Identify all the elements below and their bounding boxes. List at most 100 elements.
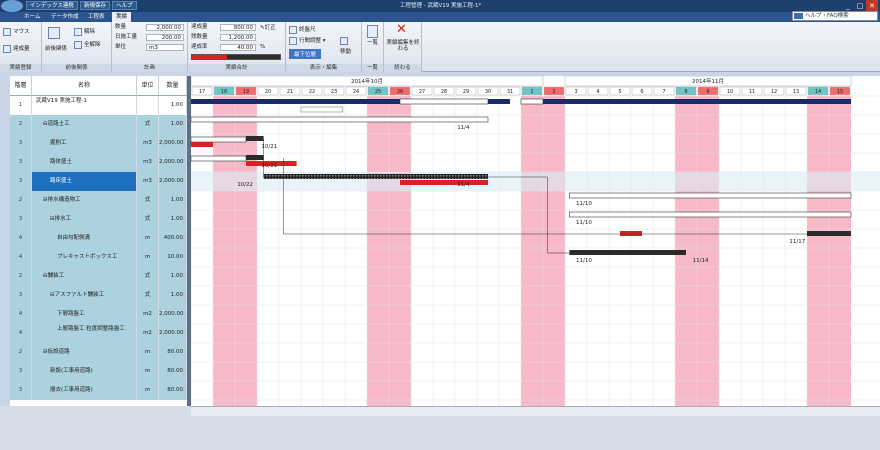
plan-bar[interactable] [191, 99, 400, 104]
plan-bar[interactable] [488, 99, 510, 104]
cell-name[interactable]: 撤去(工事用道路) [32, 381, 137, 400]
summary-bar[interactable] [807, 231, 851, 236]
group-label: 一覧 [362, 64, 383, 72]
cell-level: 4 [10, 324, 32, 343]
cell-name[interactable]: ⊟舗装工 [32, 267, 137, 286]
list-button[interactable]: 一覧 [367, 25, 380, 46]
cell-name[interactable]: 路体盛土 [32, 153, 137, 172]
quick-save-button[interactable]: 新規保存 [80, 1, 111, 10]
date-label: 11/10 [576, 220, 592, 226]
table-row[interactable]: 3 ⊟排水工式 1.00 [10, 210, 187, 229]
row-adjust-button[interactable]: 行間調整 ▾ [289, 36, 326, 45]
cell-name[interactable]: プレキャストボックス工 [32, 248, 137, 267]
cell-name[interactable]: ⊟アスファルト舗装工 [32, 286, 137, 305]
day-label: 15 [837, 89, 843, 95]
cell-name[interactable]: 新設(工事用道路) [32, 362, 137, 381]
rate-field[interactable]: 40.00 [220, 44, 256, 51]
progress-fill [192, 55, 228, 59]
horizontal-scrollbar[interactable] [191, 406, 880, 416]
summary-outline-bar[interactable] [569, 192, 852, 199]
table-row[interactable]: 1 武蔵V19 実施工程-1 1.00 [10, 96, 187, 115]
summary-bar[interactable] [246, 136, 264, 141]
cell-qty: 80.00 [159, 343, 187, 362]
table-row[interactable]: 3 掘削工 m3 2,000.00 [10, 134, 187, 153]
cell-name[interactable]: 下層路盤工 [32, 305, 137, 324]
done-qty-field[interactable]: 800.00 [220, 24, 256, 31]
group-list: 一覧 一覧 [362, 22, 384, 72]
plan-bar-outline[interactable] [399, 98, 489, 105]
summary-bar[interactable] [569, 250, 686, 255]
weekend-column [367, 96, 389, 406]
col-header-unit[interactable]: 単位 [137, 76, 159, 96]
day-label: 27 [419, 89, 425, 95]
release-button[interactable]: 解除 [74, 27, 95, 36]
cell-name[interactable]: ⊟排水工 [32, 210, 137, 229]
cell-name[interactable]: 武蔵V19 実施工程-1 [32, 96, 137, 115]
actual-bar[interactable] [620, 231, 642, 236]
mouse-button[interactable]: マウス [3, 27, 30, 36]
table-row[interactable]: 2 ⊟排水構造物工式 1.00 [10, 191, 187, 210]
plan-bar-green[interactable] [300, 106, 344, 113]
table-row[interactable]: 3 ⊟アスファルト舗装工式 1.00 [10, 286, 187, 305]
summary-outline-bar[interactable] [191, 116, 489, 123]
plan-bar-outline[interactable] [191, 155, 247, 162]
before-after-button[interactable] [48, 27, 62, 39]
cell-name[interactable]: ⊟排水構造物工 [32, 191, 137, 210]
app-menu-button[interactable]: インデックス連携 [26, 1, 78, 10]
table-row[interactable]: 3 撤去(工事用道路) m 80.00 [10, 381, 187, 400]
cell-name[interactable]: 路床盛土 [32, 172, 137, 191]
actual-bar[interactable] [400, 180, 488, 185]
cell-name[interactable]: ⊟道路土工 [32, 115, 137, 134]
table-row[interactable]: 4 自由勾配側溝 m 400.00 [10, 229, 187, 248]
plan-daily-field[interactable]: 200.00 [146, 34, 184, 41]
timeline-label: 終盤尺 [299, 27, 316, 33]
achieve-button[interactable]: 達成量 [3, 44, 30, 53]
all-release-button[interactable]: 全解除 [74, 40, 101, 49]
help-search-input[interactable]: ヘルプ・FAQ検索 [792, 11, 878, 21]
plan-unit-field[interactable]: m3 [146, 44, 184, 51]
plan-bar-outline[interactable] [191, 136, 247, 143]
table-row[interactable]: 2 ⊟仮設道路 m 80.00 [10, 343, 187, 362]
timeline-button[interactable]: 終盤尺 [289, 25, 316, 34]
plan-qty-field[interactable]: 2,000.00 [146, 24, 184, 31]
plan-unit-label: 単位 [115, 44, 127, 50]
table-row[interactable]: 3 新設(工事用道路) m 80.00 [10, 362, 187, 381]
table-row[interactable]: 2 ⊟舗装工式 1.00 [10, 267, 187, 286]
app-logo-icon[interactable] [1, 0, 23, 12]
remain-qty-field[interactable]: 1,200.00 [220, 34, 256, 41]
table-row[interactable]: 2 ⊟道路土工式 1.00 [10, 115, 187, 134]
end-x-icon[interactable]: ✕ [396, 22, 407, 37]
table-row[interactable]: 4 上層路盤工 粒度調整路盤工 m2 2,000.00 [10, 324, 187, 343]
plan-bar-outline[interactable] [520, 98, 544, 105]
summary-bar[interactable] [246, 155, 264, 160]
summary-outline-bar[interactable] [569, 211, 852, 218]
move-button[interactable]: 移動 [340, 37, 351, 55]
quick-help-button[interactable]: ヘルプ [112, 1, 137, 10]
date-label: 10/21 [261, 163, 277, 169]
table-row[interactable]: 4 下層路盤工 m2 2,000.00 [10, 305, 187, 324]
lowest-level-button[interactable]: 最下位層 [289, 49, 322, 59]
cell-name[interactable]: ⊟仮設道路 [32, 343, 137, 362]
cell-qty: 1.00 [159, 210, 187, 229]
cell-name[interactable]: 上層路盤工 粒度調整路盤工 [32, 324, 137, 343]
table-row[interactable]: 3 路床盛土 m3 2,000.00 [10, 172, 187, 191]
col-header-name[interactable]: 名称 [32, 76, 137, 96]
cell-name[interactable]: 掘削工 [32, 134, 137, 153]
tab-home[interactable]: ホーム [20, 12, 44, 22]
group-label: 計画 [112, 64, 187, 72]
day-label: 8 [684, 89, 687, 95]
col-header-qty[interactable]: 数量 [159, 76, 187, 96]
plan-daily-label: 日施工量 [115, 34, 138, 40]
tab-chart[interactable]: 工程表 [84, 12, 109, 22]
col-header-level[interactable]: 階層 [10, 76, 32, 96]
fix-button[interactable]: ✎訂正 [260, 23, 276, 31]
end-edit-button[interactable]: 実績編集を終わる [386, 40, 420, 52]
tab-data[interactable]: データ作成 [47, 12, 83, 22]
cell-name[interactable]: 自由勾配側溝 [32, 229, 137, 248]
plan-bar[interactable] [543, 99, 851, 104]
tab-actual[interactable]: 実績 [112, 12, 132, 22]
actual-bar[interactable] [191, 142, 213, 147]
table-row[interactable]: 4 プレキャストボックス工 m 10.00 [10, 248, 187, 267]
progress-bar-hatched[interactable] [263, 174, 488, 179]
table-row[interactable]: 3 路体盛土 m3 2,000.00 [10, 153, 187, 172]
